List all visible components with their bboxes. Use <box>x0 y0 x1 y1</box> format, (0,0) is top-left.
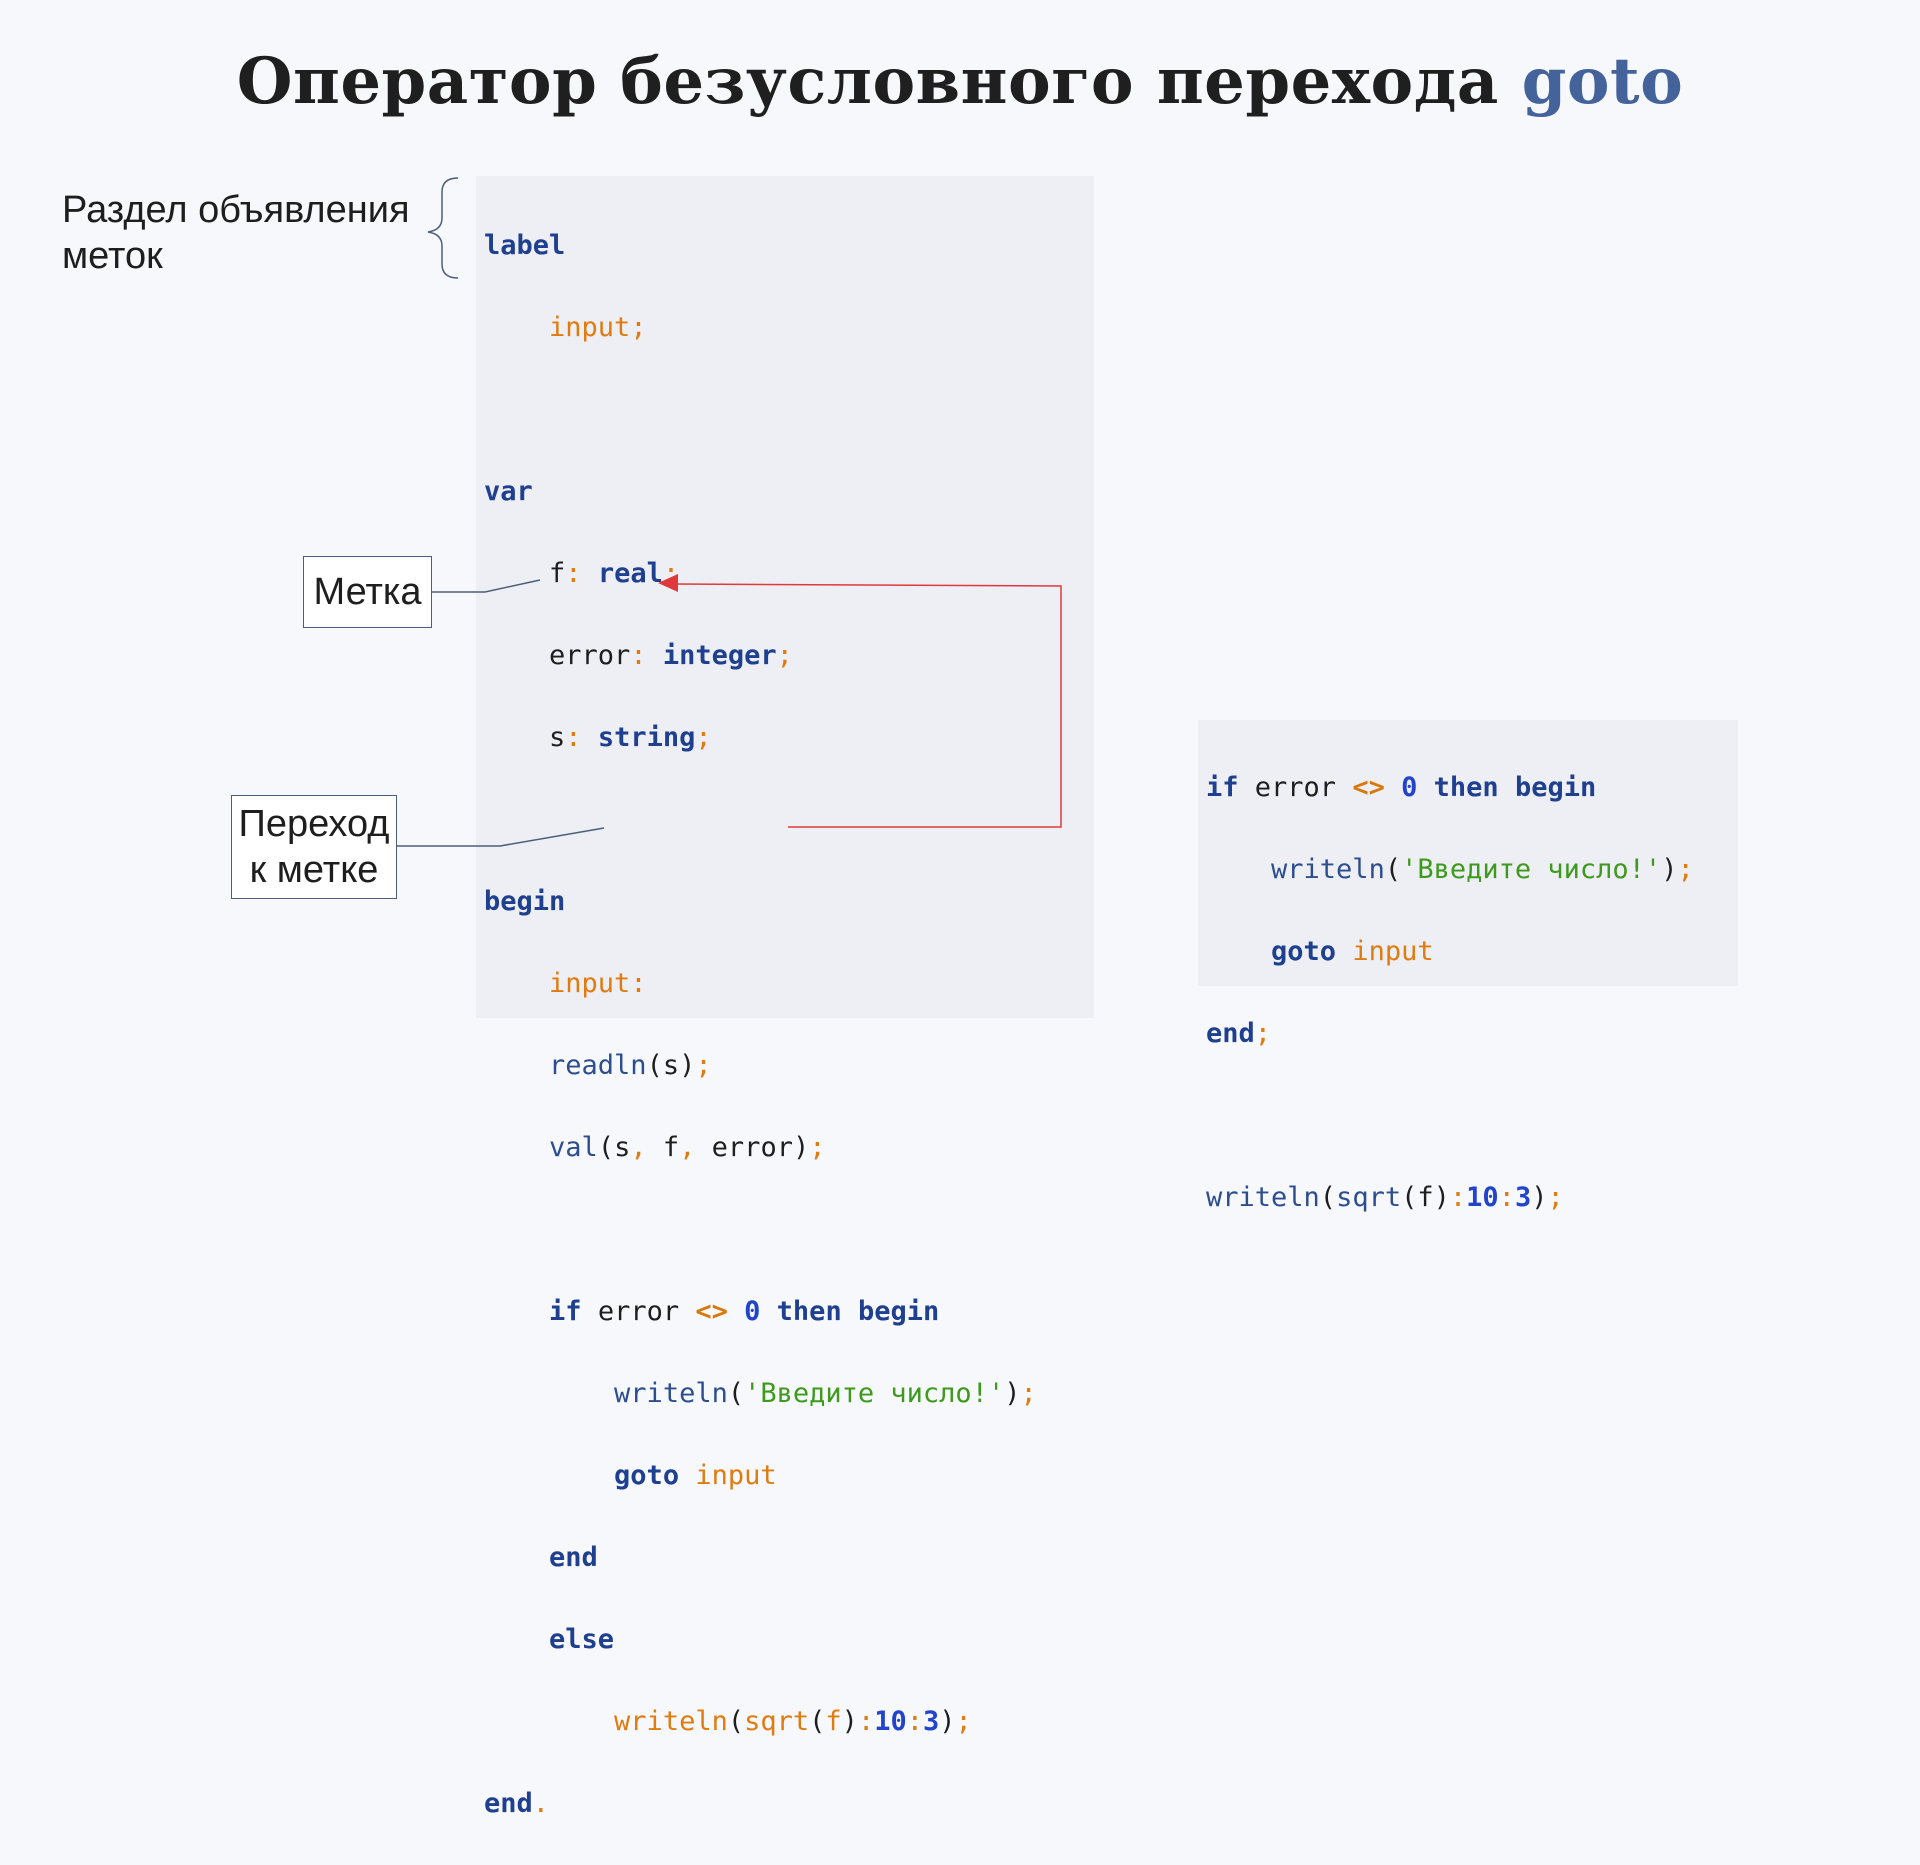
code-line: goto input <box>484 1455 1037 1496</box>
code-line: if error <> 0 then begin <box>484 1291 1037 1332</box>
code-line: else <box>484 1619 1037 1660</box>
keyword-end: end <box>549 1542 598 1573</box>
fn-sqrt: sqrt <box>744 1706 810 1737</box>
cond-op: <> <box>695 1296 728 1327</box>
format-width: 10 <box>1466 1182 1499 1213</box>
keyword-then: then <box>776 1296 842 1327</box>
code-line: val(s, f, error); <box>549 1132 826 1163</box>
format-width: 10 <box>874 1706 907 1737</box>
keyword-begin: begin <box>857 1296 940 1327</box>
string-prompt: 'Введите число!' <box>744 1378 1005 1409</box>
keyword-goto: goto <box>614 1460 680 1491</box>
label-connector-line <box>432 579 541 593</box>
fn-val: val <box>549 1132 598 1163</box>
fn-writeln: writeln <box>1206 1182 1320 1213</box>
fn-writeln: writeln <box>614 1378 728 1409</box>
arg-f: f <box>1417 1182 1434 1213</box>
annotation-overlay <box>397 177 1062 847</box>
code-line: writeln(sqrt(f):10:3); <box>614 1706 972 1737</box>
keyword-else: else <box>549 1624 615 1655</box>
code-line: end <box>484 1537 1037 1578</box>
goto-arrow-line <box>675 583 1062 828</box>
code-line: end. <box>484 1788 550 1819</box>
format-precision: 3 <box>1514 1182 1532 1213</box>
code-line: writeln('Введите число!'); <box>614 1378 1037 1409</box>
jump-connector-line <box>397 827 605 847</box>
arg-f: f <box>825 1706 842 1737</box>
arg-error: error <box>711 1132 793 1163</box>
keyword-if: if <box>549 1296 582 1327</box>
cond-num: 0 <box>744 1296 761 1327</box>
arrow-head-icon <box>658 574 678 592</box>
goto-target: input <box>695 1460 777 1491</box>
arg-s: s <box>614 1132 631 1163</box>
arg-f: f <box>662 1132 680 1163</box>
format-precision: 3 <box>922 1706 940 1737</box>
brace-icon <box>427 177 459 279</box>
cond-var: error <box>597 1296 680 1327</box>
fn-writeln: writeln <box>614 1706 728 1737</box>
code-line: writeln(sqrt(f):10:3); <box>1206 1182 1564 1213</box>
keyword-end: end <box>484 1788 533 1819</box>
fn-sqrt: sqrt <box>1336 1182 1402 1213</box>
